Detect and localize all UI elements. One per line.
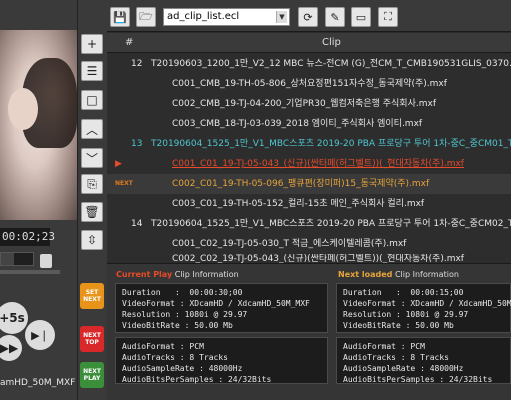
- current-info-title-rest: Clip Information: [172, 270, 239, 279]
- edit-button[interactable]: ✎: [325, 7, 345, 27]
- play-icon: ▶▶: [0, 341, 19, 355]
- volume-slider[interactable]: [0, 252, 34, 266]
- next-video-info: Duration : 00:00:15;00 VideoFormat : XDc…: [336, 283, 511, 333]
- row-text: T20190603_1200_1만_V2_12 MBC 뉴스-전CM (G)_전…: [151, 59, 511, 69]
- preview-format-label: amHD_50M_MXF: [0, 378, 76, 388]
- row-text: T20190604_1525_1만_V1_MBC스포츠 2019-20 PBA …: [151, 139, 511, 149]
- slider-handle[interactable]: [40, 254, 52, 268]
- edit-list-button[interactable]: ☰: [81, 61, 103, 81]
- row-text: C001_C01_19-TJ-05-043_(신규)(싼타페(허그벨트))(_현…: [172, 159, 464, 169]
- clip-row[interactable]: C001_C02_19-TJ-05-030_T 적금_에스케이텔레콤(주).mx…: [107, 234, 511, 254]
- clip-group-row[interactable]: 12 T20190603_1200_1만_V2_12 MBC 뉴스-전CM (G…: [107, 54, 511, 74]
- video-frame-face: [8, 88, 38, 130]
- clip-list-header: # Clip: [107, 33, 511, 53]
- next-play-button[interactable]: NEXT PLAY: [80, 362, 104, 388]
- chevron-up-icon: ︿: [85, 122, 98, 137]
- folder-icon: 🗁: [139, 9, 153, 23]
- insert-button[interactable]: ⎘: [81, 174, 103, 194]
- clip-row[interactable]: C003_CMB_18-TJ-03-039_2018 엠이티_주식회사 엠이티.…: [107, 114, 511, 134]
- chevron-down-icon: ﹀: [85, 151, 98, 166]
- row-text: C003_CMB_18-TJ-03-039_2018 엠이티_주식회사 엠이티.…: [172, 119, 423, 129]
- clip-group-row[interactable]: 14 T20190604_1525_1만_V1_MBC스포츠 2019-20 P…: [107, 214, 511, 234]
- playlist-file-select[interactable]: ad_clip_list.ecl ▼: [163, 8, 290, 26]
- clip-row[interactable]: C001_CMB_19-TH-05-806_상처요정편151자수정_동국제약(주…: [107, 74, 511, 94]
- split-icon: ⇳: [86, 233, 98, 247]
- move-up-button[interactable]: ︿: [81, 119, 103, 139]
- volume-slider-fill: [1, 253, 14, 265]
- play-marker-icon: ▶: [115, 159, 122, 169]
- row-text: T20190604_1525_1만_V1_MBC스포츠 2019-20 PBA …: [151, 219, 511, 229]
- insert-icon: ⎘: [87, 176, 97, 191]
- move-down-button[interactable]: ﹀: [81, 148, 103, 168]
- next-info-title: Next loaded Clip Information: [338, 270, 459, 279]
- playlist-file-name: ad_clip_list.ecl: [167, 11, 240, 22]
- current-info-title: Current Play Clip Information: [116, 270, 239, 279]
- seek-bar[interactable]: [0, 270, 60, 274]
- current-info-title-highlight: Current Play: [116, 270, 173, 279]
- clip-row[interactable]: C002_CMB_19-TJ-04-200_기업PR30_웹컴저축은행 주식회사…: [107, 94, 511, 114]
- next-play-label: NEXT PLAY: [83, 368, 101, 382]
- row-text: C001_CMB_19-TH-05-806_상처요정편151자수정_동국제약(주…: [172, 79, 447, 89]
- open-folder-button[interactable]: 🗁: [136, 7, 156, 27]
- layout-button[interactable]: ▭: [351, 7, 371, 27]
- layout-icon: ▭: [355, 10, 367, 24]
- next-clip-button[interactable]: ▶❘: [25, 320, 55, 350]
- next-clip-row[interactable]: NEXT C002_C01_19-TH-05-096_팽큐편(장미퍼)15_동국…: [107, 174, 511, 194]
- row-number: 12: [131, 59, 143, 69]
- split-button[interactable]: ⇳: [81, 230, 103, 250]
- set-next-label: SET NEXT: [83, 289, 101, 303]
- timecode-display: 00:02;23: [0, 228, 55, 246]
- next-top-button[interactable]: NEXT TOP: [80, 326, 104, 352]
- clip-group-row-active[interactable]: 13 T20190604_1525_1만_V1_MBC스포츠 2019-20 P…: [107, 134, 511, 154]
- row-text: C001_C02_19-TJ-05-030_T 적금_에스케이텔레콤(주).mx…: [172, 239, 407, 249]
- plus-icon: +: [86, 37, 98, 51]
- next-marker: NEXT: [115, 180, 133, 187]
- save-button[interactable]: 💾: [110, 7, 130, 27]
- save-icon: 💾: [113, 10, 127, 24]
- delete-button[interactable]: 🗑: [81, 202, 103, 222]
- row-number: 14: [131, 219, 143, 229]
- row-text: C003_C01_19-TH-05-152_컬리-15초 메인_주식회사 컬리.…: [172, 199, 425, 209]
- row-number: 13: [131, 139, 143, 149]
- skip-label: +5s: [0, 311, 25, 325]
- set-next-button[interactable]: SET NEXT: [80, 283, 104, 309]
- column-number: #: [125, 37, 134, 48]
- refresh-icon: ⟳: [303, 10, 313, 24]
- row-text: C002_CMB_19-TJ-04-200_기업PR30_웹컴저축은행 주식회사…: [172, 99, 436, 109]
- current-video-info: Duration : 00:00:30;00 VideoFormat : XDc…: [115, 283, 328, 333]
- row-text: C002_C01_19-TH-05-096_팽큐편(장미퍼)15_동국제약(주)…: [172, 179, 430, 189]
- current-clip-row[interactable]: ▶ C001_C01_19-TJ-05-043_(신규)(싼타페(허그벨트))(…: [107, 154, 511, 174]
- next-audio-info: AudioFormat : PCM AudioTracks : 8 Tracks…: [336, 337, 511, 384]
- fullscreen-icon: ⛶: [384, 10, 392, 23]
- list-icon: ☰: [86, 64, 98, 78]
- clip-row[interactable]: C003_C01_19-TH-05-152_컬리-15초 메인_주식회사 컬리.…: [107, 194, 511, 214]
- next-info-title-rest: Clip Information: [392, 270, 459, 279]
- edit-icon: ✎: [330, 10, 340, 24]
- next-top-label: NEXT TOP: [83, 332, 101, 346]
- stop-button[interactable]: □: [81, 90, 103, 110]
- skip-next-icon: ▶❘: [31, 328, 49, 342]
- chevron-down-icon: ▼: [276, 11, 287, 23]
- video-preview: [0, 30, 77, 220]
- current-audio-info: AudioFormat : PCM AudioTracks : 8 Tracks…: [115, 337, 328, 384]
- square-icon: □: [86, 93, 98, 107]
- refresh-button[interactable]: ⟳: [298, 7, 318, 27]
- fullscreen-button[interactable]: ⛶: [378, 7, 398, 27]
- add-clip-button[interactable]: +: [81, 34, 103, 54]
- trash-icon: 🗑: [84, 205, 100, 219]
- column-clip: Clip: [322, 37, 341, 48]
- next-info-title-highlight: Next loaded: [338, 270, 393, 279]
